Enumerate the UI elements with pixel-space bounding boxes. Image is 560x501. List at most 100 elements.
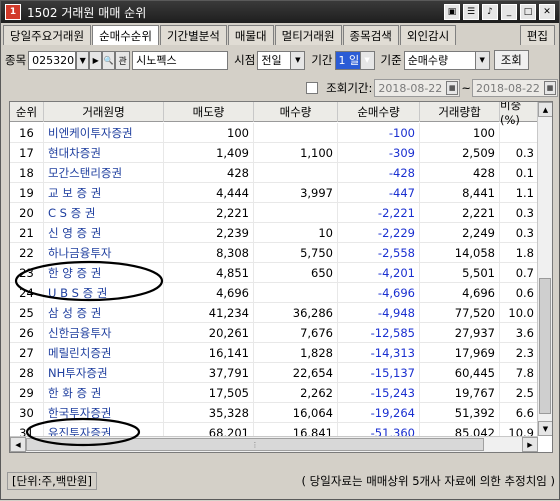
- cell-rank: 19: [10, 183, 44, 203]
- tab-stock-search[interactable]: 종목검색: [342, 25, 399, 45]
- edit-button[interactable]: 편집: [519, 25, 555, 45]
- scroll-right-icon[interactable]: ▶: [522, 437, 538, 452]
- cell-rank: 30: [10, 403, 44, 423]
- pin-icon[interactable]: ▣: [444, 4, 460, 20]
- minimize-icon[interactable]: _: [501, 4, 517, 20]
- cell-broker-name: 교 보 증 권: [44, 183, 164, 203]
- maximize-icon[interactable]: □: [520, 4, 536, 20]
- cell-broker-name: C S 증 권: [44, 203, 164, 223]
- table-row[interactable]: 21 신 영 증 권 2,239 10 -2,229 2,249 0.3: [10, 223, 538, 243]
- table-row[interactable]: 18 모간스탠리증권 428 -428 428 0.1: [10, 163, 538, 183]
- time-value: 전일: [261, 54, 282, 67]
- next-arrow-icon[interactable]: ▶: [89, 50, 103, 70]
- tab-daily-major[interactable]: 당일주요거래원: [3, 25, 92, 45]
- time-select[interactable]: 전일 ▼: [257, 50, 306, 70]
- table-row[interactable]: 19 교 보 증 권 4,444 3,997 -447 8,441 1.1: [10, 183, 538, 203]
- cell-total-volume: 8,441: [420, 183, 500, 203]
- col-net-buy[interactable]: 순매수량: [338, 102, 420, 122]
- table-row[interactable]: 20 C S 증 권 2,221 -2,221 2,221 0.3: [10, 203, 538, 223]
- title-bar[interactable]: 1 1502 거래원 매매 순위 ▣ ☰ ♪ _ □ ✕: [1, 1, 559, 23]
- search-button[interactable]: 조회: [493, 50, 529, 70]
- scroll-down-icon[interactable]: ▼: [538, 421, 552, 436]
- cell-buy-volume: [254, 203, 338, 223]
- table-row[interactable]: 25 삼 성 증 권 41,234 36,286 -4,948 77,520 10.0: [10, 303, 538, 323]
- cell-weight: 2.5: [515, 386, 534, 400]
- tab-period-analysis[interactable]: 기간별분석: [159, 25, 227, 45]
- cell-buy-volume: 650: [254, 263, 338, 283]
- cell-buy-volume: [254, 123, 338, 143]
- basis-value: 순매수량: [407, 54, 449, 67]
- cell-net-buy: -19,264: [338, 403, 420, 423]
- stock-name-field[interactable]: 시노펙스: [132, 50, 229, 70]
- cell-total-volume: 5,501: [420, 263, 500, 283]
- cell-buy-volume: 1,100: [254, 143, 338, 163]
- period-label: 기간: [311, 53, 333, 67]
- cell-broker-name: 비엔케이투자증권: [44, 123, 164, 143]
- cell-net-buy: -12,585: [338, 323, 420, 343]
- table-row[interactable]: 28 NH투자증권 37,791 22,654 -15,137 60,445 7.8: [10, 363, 538, 383]
- close-icon[interactable]: ✕: [539, 4, 555, 20]
- col-buy-volume[interactable]: 매수량: [254, 102, 338, 122]
- col-weight[interactable]: 비중(%): [500, 102, 538, 127]
- cell-weight: 7.8: [515, 366, 534, 380]
- tab-multi-broker[interactable]: 멀티거래원: [274, 25, 342, 45]
- table-row[interactable]: 29 한 화 증 권 17,505 2,262 -15,243 19,767 2.5: [10, 383, 538, 403]
- calendar-icon[interactable]: ▦: [544, 81, 556, 95]
- dropdown-arrow-icon[interactable]: ▼: [76, 50, 90, 70]
- bell-icon[interactable]: ♪: [482, 4, 498, 20]
- date-from-input[interactable]: 2018-08-22 ▦: [374, 79, 461, 97]
- stock-code-input[interactable]: 025320: [28, 50, 77, 70]
- cell-weight: 0.3: [515, 206, 534, 220]
- cell-rank: 24: [10, 283, 44, 303]
- cell-broker-name: NH투자증권: [44, 363, 164, 383]
- vertical-scrollbar[interactable]: ▲ ▼: [537, 102, 552, 436]
- cell-weight: 1.1: [515, 186, 534, 200]
- cell-net-buy: -15,137: [338, 363, 420, 383]
- scroll-thumb[interactable]: [539, 278, 551, 414]
- period-query-checkbox[interactable]: [306, 82, 319, 94]
- list-icon[interactable]: ☰: [463, 4, 479, 20]
- table-row[interactable]: 17 현대차증권 1,409 1,100 -309 2,509 0.3: [10, 143, 538, 163]
- table-row[interactable]: 26 신한금융투자 20,261 7,676 -12,585 27,937 3.6: [10, 323, 538, 343]
- cell-weight: 10.0: [508, 306, 534, 320]
- cell-sell-volume: 4,444: [164, 183, 254, 203]
- basis-select[interactable]: 순매수량 ▼: [403, 50, 490, 70]
- cell-net-buy: -2,229: [338, 223, 420, 243]
- search-icon[interactable]: 🔍: [102, 50, 116, 70]
- table-row[interactable]: 30 한국투자증권 35,328 16,064 -19,264 51,392 6.6: [10, 403, 538, 423]
- calendar-icon[interactable]: ▦: [446, 81, 459, 95]
- table-row[interactable]: 22 하나금융투자 8,308 5,750 -2,558 14,058 1.8: [10, 243, 538, 263]
- table-row[interactable]: 23 한 양 증 권 4,851 650 -4,201 5,501 0.7: [10, 263, 538, 283]
- period-select[interactable]: 1 일 ▼: [334, 50, 375, 70]
- cell-broker-name: 모간스탠리증권: [44, 163, 164, 183]
- horizontal-scrollbar[interactable]: ◀ ⋮ ▶: [10, 436, 538, 452]
- col-broker[interactable]: 거래원명: [44, 102, 164, 122]
- cell-net-buy: -2,558: [338, 243, 420, 263]
- cell-net-buy: -447: [338, 183, 420, 203]
- cell-rank: 26: [10, 323, 44, 343]
- cell-broker-name: 삼 성 증 권: [44, 303, 164, 323]
- date-to-input[interactable]: 2018-08-22 ▦: [472, 79, 558, 97]
- query-icon[interactable]: 관: [115, 50, 131, 70]
- col-rank[interactable]: 순위: [10, 102, 44, 122]
- table-row[interactable]: 16 비엔케이투자증권 100 -100 100: [10, 123, 538, 143]
- col-total-volume[interactable]: 거래량합: [420, 102, 500, 122]
- cell-weight: 0.1: [515, 166, 534, 180]
- tab-foreign-watch[interactable]: 외인감시: [399, 25, 457, 45]
- cell-total-volume: 27,937: [420, 323, 500, 343]
- cell-buy-volume: 1,828: [254, 343, 338, 363]
- cell-sell-volume: 2,239: [164, 223, 254, 243]
- table-row[interactable]: 27 메릴린치증권 16,141 1,828 -14,313 17,969 2.3: [10, 343, 538, 363]
- scroll-thumb[interactable]: ⋮: [26, 438, 484, 451]
- tab-net-buy-rank[interactable]: 순매수순위: [92, 25, 159, 45]
- scroll-up-icon[interactable]: ▲: [538, 102, 552, 117]
- table-row[interactable]: 24 U B S 증 권 4,696 -4,696 4,696 0.6: [10, 283, 538, 303]
- tab-volume-profile[interactable]: 매물대: [227, 25, 274, 45]
- cell-net-buy: -100: [338, 123, 420, 143]
- broker-ranking-table: 순위 거래원명 매도량 매수량 순매수량 거래량합 비중(%) 16 비엔케이투자…: [9, 101, 553, 453]
- cell-sell-volume: 4,696: [164, 283, 254, 303]
- cell-rank: 20: [10, 203, 44, 223]
- col-sell-volume[interactable]: 매도량: [164, 102, 254, 122]
- scroll-left-icon[interactable]: ◀: [10, 437, 26, 452]
- stock-label: 종목: [5, 53, 27, 67]
